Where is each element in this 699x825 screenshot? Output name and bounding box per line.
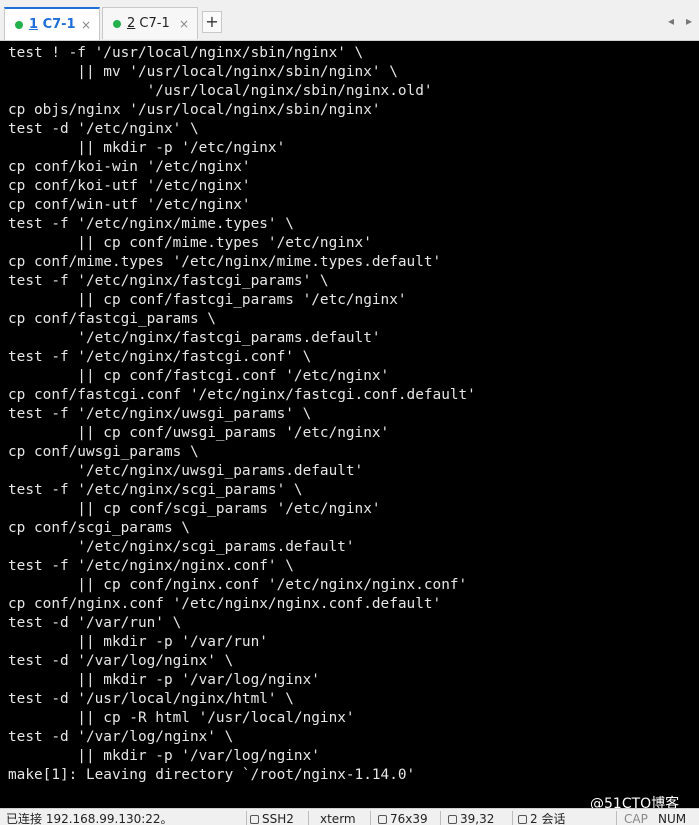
terminal-line: cp conf/fastcgi.conf '/etc/nginx/fastcgi… — [8, 387, 476, 403]
terminal-line: || cp -R html '/usr/local/nginx' — [8, 710, 355, 726]
tab-bar: 1 C7-1 × 2 C7-1 × + ◂ ▸ — [0, 0, 699, 41]
terminal-line: cp objs/nginx '/usr/local/nginx/sbin/ngi… — [8, 102, 381, 118]
add-tab-button[interactable]: + — [202, 11, 222, 33]
terminal-line: || cp conf/fastcgi.conf '/etc/nginx' — [8, 368, 390, 384]
tab-title: C7-1 — [38, 17, 76, 32]
tab-label: 1 C7-1 — [29, 17, 76, 32]
terminal-line: || mkdir -p '/etc/nginx' — [8, 140, 286, 156]
terminal-size-label: 76x39 — [390, 812, 428, 825]
status-divider — [512, 811, 513, 825]
terminal-line: test -d '/etc/nginx' \ — [8, 121, 199, 137]
close-tab-icon[interactable]: × — [179, 17, 189, 31]
session-count: 2 会话 — [518, 812, 565, 825]
terminal-line: '/etc/nginx/scgi_params.default' — [8, 539, 355, 555]
protocol-label: SSH2 — [262, 812, 294, 825]
terminal-line: || mkdir -p '/var/log/nginx' — [8, 748, 320, 764]
status-divider — [616, 811, 617, 825]
terminal-line: cp conf/scgi_params \ — [8, 520, 190, 536]
caps-lock-indicator: CAP — [624, 812, 648, 825]
terminal-line: test -d '/var/log/nginx' \ — [8, 653, 234, 669]
terminal-line: test -f '/etc/nginx/fastcgi.conf' \ — [8, 349, 312, 365]
tab-scroll-right-icon[interactable]: ▸ — [686, 14, 692, 28]
terminal-line: || mkdir -p '/var/run' — [8, 634, 268, 650]
terminal-line: make[1]: Leaving directory `/root/nginx-… — [8, 767, 416, 783]
terminal-output[interactable]: test ! -f '/usr/local/nginx/sbin/nginx' … — [0, 41, 699, 808]
terminal-line: cp conf/nginx.conf '/etc/nginx/nginx.con… — [8, 596, 442, 612]
connected-status-icon — [15, 20, 23, 29]
sessions-icon — [518, 815, 527, 824]
connection-status: 已连接 192.168.99.130:22。 — [6, 812, 173, 825]
terminal-type: xterm — [320, 812, 356, 825]
tab-title: C7-1 — [135, 16, 170, 31]
tab-session-2[interactable]: 2 C7-1 × — [102, 7, 198, 39]
terminal-line: || cp conf/scgi_params '/etc/nginx' — [8, 501, 381, 517]
cursor-position: 39,32 — [448, 812, 494, 825]
connected-status-icon — [113, 19, 121, 28]
terminal-line: test -d '/usr/local/nginx/html' \ — [8, 691, 294, 707]
protocol-status: SSH2 — [250, 812, 294, 825]
tab-session-1[interactable]: 1 C7-1 × — [4, 7, 100, 40]
status-divider — [440, 811, 441, 825]
terminal-line: test -f '/etc/nginx/nginx.conf' \ — [8, 558, 294, 574]
terminal-line: test -f '/etc/nginx/uwsgi_params' \ — [8, 406, 312, 422]
terminal-line: '/usr/local/nginx/sbin/nginx.old' — [8, 83, 433, 99]
status-divider — [370, 811, 371, 825]
terminal-line: test -f '/etc/nginx/scgi_params' \ — [8, 482, 303, 498]
resize-icon — [378, 815, 387, 824]
terminal-line: '/etc/nginx/uwsgi_params.default' — [8, 463, 364, 479]
close-tab-icon[interactable]: × — [81, 18, 91, 32]
lock-icon — [250, 815, 259, 824]
tab-scroll-left-icon[interactable]: ◂ — [668, 14, 674, 28]
terminal-line: cp conf/win-utf '/etc/nginx' — [8, 197, 251, 213]
terminal-line: test -d '/var/run' \ — [8, 615, 182, 631]
cursor-icon — [448, 815, 457, 824]
session-count-label: 2 会话 — [530, 812, 566, 825]
terminal-line: || cp conf/fastcgi_params '/etc/nginx' — [8, 292, 407, 308]
num-lock-indicator: NUM — [658, 812, 687, 825]
terminal-line: test ! -f '/usr/local/nginx/sbin/nginx' … — [8, 45, 364, 61]
terminal-line: '/etc/nginx/fastcgi_params.default' — [8, 330, 381, 346]
terminal-size: 76x39 — [378, 812, 428, 825]
terminal-line: test -d '/var/log/nginx' \ — [8, 729, 234, 745]
terminal-line: || cp conf/uwsgi_params '/etc/nginx' — [8, 425, 390, 441]
terminal-line: cp conf/koi-utf '/etc/nginx' — [8, 178, 251, 194]
terminal-line: || mkdir -p '/var/log/nginx' — [8, 672, 320, 688]
tab-index: 1 — [29, 17, 39, 32]
terminal-line: test -f '/etc/nginx/mime.types' \ — [8, 216, 294, 232]
terminal-line: cp conf/mime.types '/etc/nginx/mime.type… — [8, 254, 442, 270]
cursor-position-label: 39,32 — [460, 812, 495, 825]
terminal-line: cp conf/koi-win '/etc/nginx' — [8, 159, 251, 175]
tab-label: 2 C7-1 — [127, 16, 170, 31]
status-divider — [246, 811, 247, 825]
terminal-line: test -f '/etc/nginx/fastcgi_params' \ — [8, 273, 329, 289]
terminal-line: cp conf/fastcgi_params \ — [8, 311, 216, 327]
terminal-line: || cp conf/mime.types '/etc/nginx' — [8, 235, 372, 251]
status-divider — [308, 811, 309, 825]
terminal-line: cp conf/uwsgi_params \ — [8, 444, 199, 460]
terminal-line: || mv '/usr/local/nginx/sbin/nginx' \ — [8, 64, 398, 80]
terminal-line: || cp conf/nginx.conf '/etc/nginx/nginx.… — [8, 577, 468, 593]
status-bar: 已连接 192.168.99.130:22。 SSH2 xterm 76x39 … — [0, 808, 699, 825]
